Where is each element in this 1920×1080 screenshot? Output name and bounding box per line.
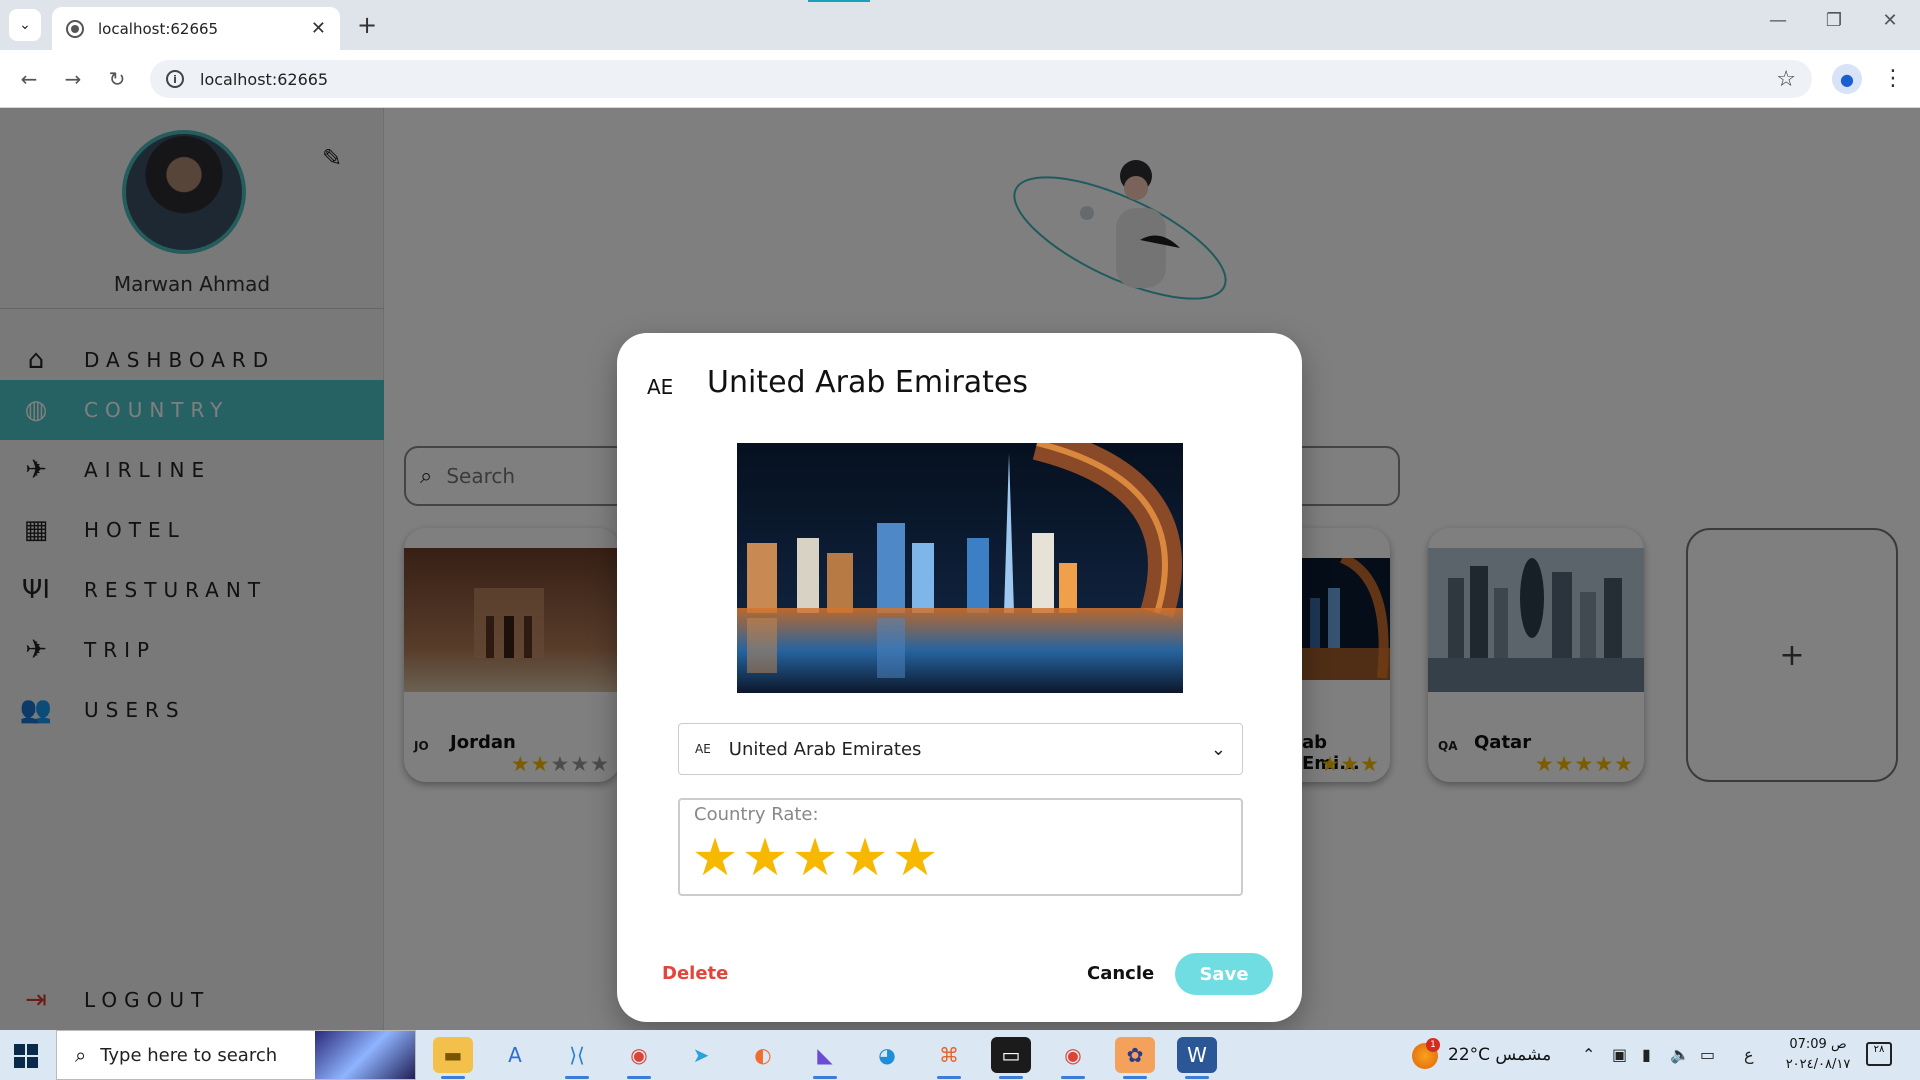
volume-icon[interactable]: 🔈 xyxy=(1670,1045,1690,1064)
site-info-icon[interactable]: i xyxy=(166,70,184,88)
tab-title: localhost:62665 xyxy=(98,19,219,38)
restore-button[interactable]: ❐ xyxy=(1814,10,1854,31)
postman-icon[interactable]: ◐ xyxy=(743,1037,783,1073)
windows-start-icon[interactable] xyxy=(14,1044,38,1068)
telegram-icon[interactable]: ➤ xyxy=(681,1037,721,1073)
search-highlight-image xyxy=(315,1031,415,1079)
edit-country-dialog: AE United Arab Emirates AE United Arab E… xyxy=(617,333,1302,1022)
chrome-profile-icon[interactable]: ◉ xyxy=(1053,1037,1093,1079)
word-icon[interactable]: W xyxy=(1177,1037,1217,1079)
notification-icon[interactable]: ٢٨ xyxy=(1866,1042,1892,1066)
clock[interactable]: 07:09 ص ٢٠٢٤/٠٨/١٧ xyxy=(1778,1035,1858,1075)
azure-data-studio-icon[interactable]: A xyxy=(495,1037,535,1073)
forward-button[interactable]: → xyxy=(58,64,88,94)
dialog-country-code: AE xyxy=(647,375,674,399)
browser-tab-strip: ⌄ localhost:62665 ✕ + — ❐ ✕ xyxy=(0,0,1920,50)
taskbar-search-placeholder: Type here to search xyxy=(100,1044,278,1066)
device-icon[interactable]: ▣ xyxy=(1612,1045,1627,1064)
paint-app-icon[interactable]: ✿ xyxy=(1115,1037,1155,1079)
url-text[interactable]: localhost:62665 xyxy=(200,70,1776,89)
new-tab-button[interactable]: + xyxy=(352,10,382,40)
terminal-icon[interactable]: ▭ xyxy=(991,1037,1031,1079)
chevron-up-icon[interactable]: ⌃ xyxy=(1582,1045,1595,1064)
vpn-icon[interactable]: ◣ xyxy=(805,1037,845,1079)
bookmark-star-icon[interactable]: ☆ xyxy=(1776,67,1796,92)
browser-tab[interactable]: localhost:62665 ✕ xyxy=(52,7,340,50)
input-language[interactable]: ع xyxy=(1744,1045,1754,1064)
select-country-code: AE xyxy=(695,742,711,756)
network-icon[interactable]: ▭ xyxy=(1700,1045,1715,1064)
address-bar[interactable]: i localhost:62665 ☆ xyxy=(150,60,1812,98)
app-root: ✎ Marwan Ahmad ⌂ DASHBOARD ◍ COUNTRY ✈ A… xyxy=(0,108,1920,1030)
country-image xyxy=(737,443,1183,693)
save-button[interactable]: Save xyxy=(1175,953,1273,995)
minimize-button[interactable]: — xyxy=(1758,10,1798,31)
country-rate-field: Country Rate: ★ ★ ★ ★ ★ xyxy=(678,798,1243,896)
edge-icon[interactable]: ◕ xyxy=(867,1037,907,1073)
chevron-down-icon: ⌄ xyxy=(1210,738,1226,760)
weather-badge: 1 xyxy=(1426,1038,1440,1052)
taskbar: ⌕ Type here to search ▬ A ⟩⟨ ◉ ➤ ◐ ◣ ◕ ⌘… xyxy=(0,1030,1920,1080)
clock-time: 07:09 ص xyxy=(1789,1037,1847,1052)
star-icon-5[interactable]: ★ xyxy=(890,830,940,886)
close-tab-icon[interactable]: ✕ xyxy=(311,18,326,39)
star-icon-1[interactable]: ★ xyxy=(690,830,740,886)
star-icon-4[interactable]: ★ xyxy=(840,830,890,886)
browser-menu-icon[interactable]: ⋮ xyxy=(1880,64,1906,94)
close-window-button[interactable]: ✕ xyxy=(1870,10,1910,31)
star-icon-3[interactable]: ★ xyxy=(790,830,840,886)
tab-loading-indicator xyxy=(808,0,870,2)
search-icon: ⌕ xyxy=(75,1043,87,1067)
taskbar-search-input[interactable]: ⌕ Type here to search xyxy=(56,1030,416,1080)
globe-favicon-icon xyxy=(66,19,84,38)
clock-date: ٢٠٢٤/٠٨/١٧ xyxy=(1785,1057,1851,1072)
battery-icon[interactable]: ▮ xyxy=(1642,1045,1651,1064)
rating-stars: ★ ★ ★ ★ ★ xyxy=(690,830,940,886)
vscode-icon[interactable]: ⟩⟨ xyxy=(557,1037,597,1079)
delete-button[interactable]: Delete xyxy=(662,963,728,984)
profile-icon[interactable]: ● xyxy=(1832,64,1862,94)
rate-label: Country Rate: xyxy=(694,804,819,825)
star-icon-2[interactable]: ★ xyxy=(740,830,790,886)
file-explorer-icon[interactable]: ▬ xyxy=(433,1037,473,1079)
chrome-icon[interactable]: ◉ xyxy=(619,1037,659,1079)
weather-text[interactable]: 22°C مشمس xyxy=(1448,1045,1551,1065)
cancel-button[interactable]: Cancle xyxy=(1087,963,1154,984)
tab-search-button[interactable]: ⌄ xyxy=(9,9,41,41)
back-button[interactable]: ← xyxy=(14,64,44,94)
xampp-icon[interactable]: ⌘ xyxy=(929,1037,969,1079)
dialog-title: United Arab Emirates xyxy=(707,365,1029,400)
select-country-value: United Arab Emirates xyxy=(728,738,922,760)
country-select[interactable]: AE United Arab Emirates ⌄ xyxy=(678,723,1243,775)
reload-button[interactable]: ↻ xyxy=(102,64,132,94)
browser-toolbar: ← → ↻ i localhost:62665 ☆ ● ⋮ xyxy=(0,50,1920,108)
